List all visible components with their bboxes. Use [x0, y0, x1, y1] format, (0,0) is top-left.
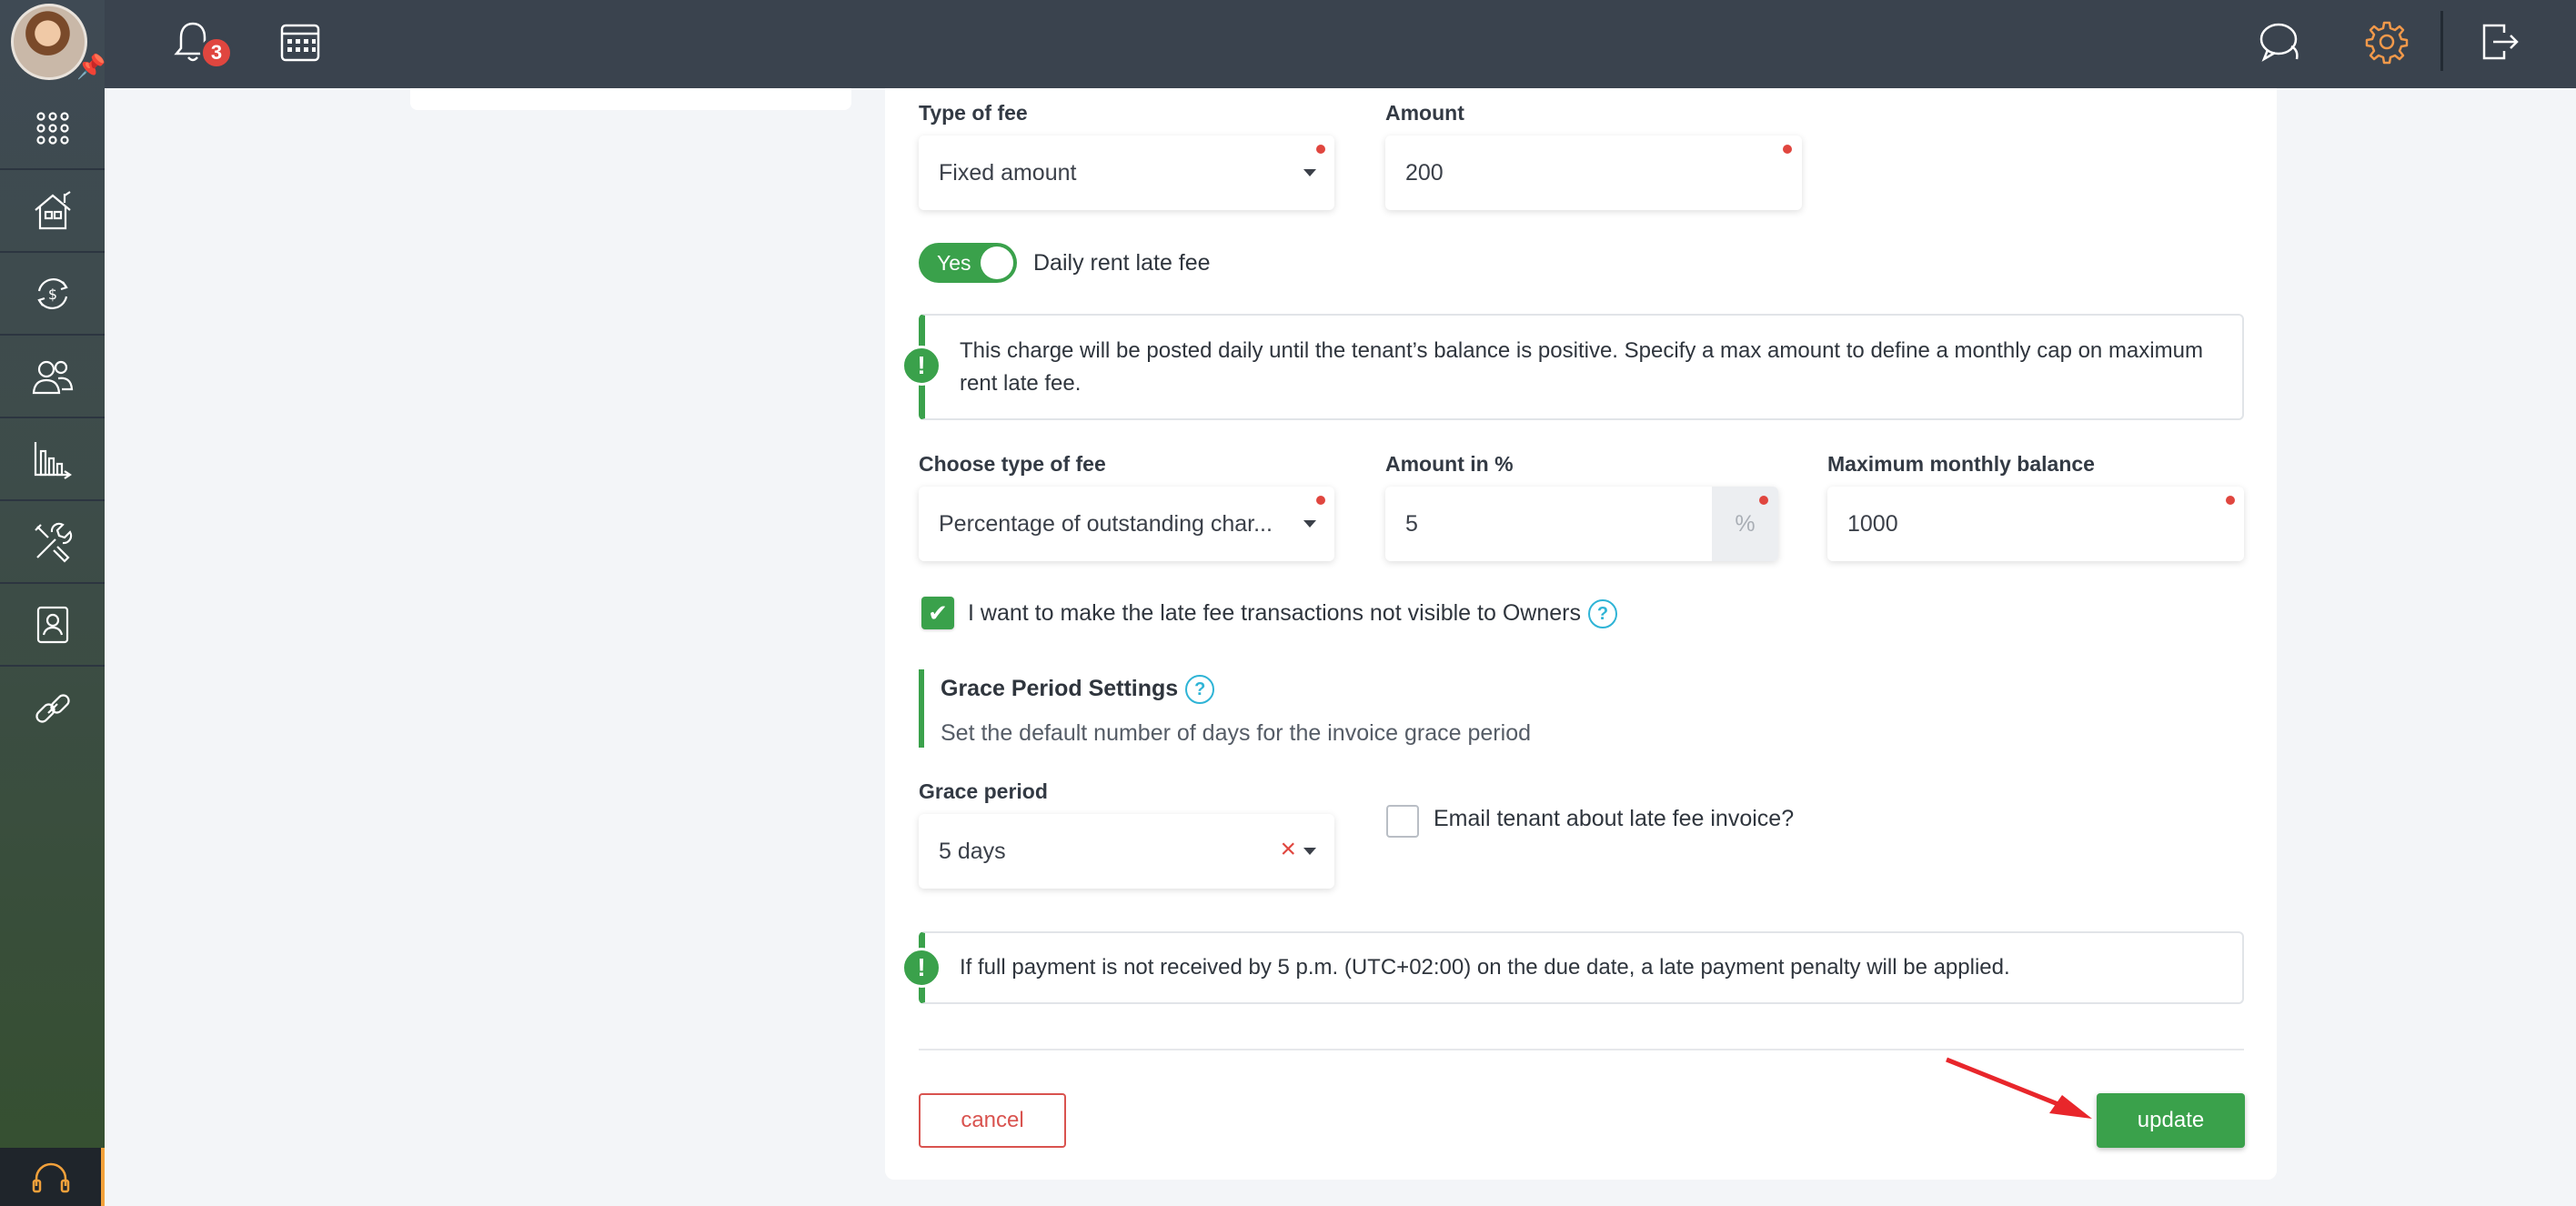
- sidebar-item-documents[interactable]: [0, 585, 105, 667]
- svg-text:$: $: [47, 286, 56, 303]
- choose-type-of-fee-value: Percentage of outstanding char...: [939, 510, 1273, 537]
- notifications-bell-icon[interactable]: 3: [167, 16, 233, 69]
- annotation-arrow: [1946, 1057, 2092, 1119]
- choose-type-of-fee-select[interactable]: Percentage of outstanding char...: [919, 487, 1334, 561]
- sidebar: 📌 $: [0, 0, 106, 1206]
- chevron-down-icon: [1303, 520, 1316, 528]
- apps-grid-icon: [35, 112, 69, 145]
- exclamation-icon: !: [901, 346, 941, 386]
- daily-fee-info-box: ! This charge will be posted daily until…: [901, 314, 2244, 420]
- tools-icon: [34, 522, 72, 563]
- top-bar: 3: [0, 0, 2576, 88]
- exclamation-icon: !: [901, 948, 941, 988]
- footer-divider: [919, 1049, 2244, 1050]
- amount-percent-label: Amount in %: [1385, 452, 1514, 476]
- bar-chart-icon: [34, 442, 72, 479]
- choose-type-of-fee-label: Choose type of fee: [919, 452, 1106, 476]
- settings-gear-icon[interactable]: [2360, 15, 2414, 69]
- grace-settings-title-text: Grace Period Settings: [941, 676, 1179, 701]
- percent-suffix-label: %: [1735, 510, 1756, 537]
- daily-late-fee-label: Daily rent late fee: [1033, 250, 1211, 276]
- sidebar-item-apps[interactable]: [0, 88, 105, 170]
- pin-icon[interactable]: 📌: [76, 53, 106, 81]
- grace-section-accent: [919, 669, 924, 748]
- support-headset-button[interactable]: [0, 1148, 105, 1206]
- help-icon[interactable]: ?: [1587, 599, 1617, 629]
- daily-late-fee-toggle[interactable]: Yes: [919, 243, 1017, 283]
- headset-icon: [32, 1162, 69, 1193]
- help-icon[interactable]: ?: [1185, 675, 1215, 705]
- grace-settings-title: Grace Period Settings?: [941, 673, 1215, 705]
- percent-suffix: %: [1712, 487, 1778, 561]
- daily-fee-info-text: This charge will be posted daily until t…: [960, 337, 2203, 396]
- link-icon: [35, 694, 70, 723]
- hide-from-owners-text: I want to make the late fee transactions…: [968, 600, 1581, 626]
- sidebar-item-properties[interactable]: [0, 171, 105, 253]
- max-monthly-balance-label: Maximum monthly balance: [1827, 452, 2095, 476]
- sidebar-item-links[interactable]: [0, 668, 105, 749]
- amount-value: 200: [1405, 159, 1444, 186]
- required-indicator: [1759, 496, 1768, 505]
- amount-percent-value: 5: [1405, 510, 1418, 537]
- amount-input[interactable]: 200: [1385, 136, 1802, 210]
- home-icon: [34, 191, 71, 230]
- grace-period-select[interactable]: 5 days ×: [919, 814, 1334, 889]
- grace-settings-description: Set the default number of days for the i…: [941, 720, 1531, 746]
- chevron-down-icon: [1303, 169, 1316, 176]
- grace-period-label: Grace period: [919, 779, 1048, 803]
- required-indicator: [1316, 496, 1325, 505]
- amount-label: Amount: [1385, 101, 1464, 125]
- required-indicator: [2226, 496, 2235, 505]
- required-indicator: [1783, 145, 1792, 154]
- max-monthly-balance-input[interactable]: 1000: [1827, 487, 2244, 561]
- clear-icon[interactable]: ×: [1280, 836, 1296, 863]
- required-indicator: [1316, 145, 1325, 154]
- type-of-fee-select[interactable]: Fixed amount: [919, 136, 1334, 210]
- chevron-down-icon: [1303, 848, 1316, 855]
- users-icon: [32, 360, 73, 395]
- hide-from-owners-checkbox[interactable]: ✔: [921, 597, 954, 629]
- header-divider: [2440, 11, 2443, 71]
- money-cycle-icon: $: [36, 278, 68, 309]
- sidebar-item-reports[interactable]: [0, 419, 105, 501]
- toggle-state: Yes: [937, 250, 971, 275]
- notifications-count-badge: 3: [200, 36, 233, 69]
- chat-icon[interactable]: [2252, 15, 2307, 69]
- payment-info-text: If full payment is not received by 5 p.m…: [960, 955, 2010, 980]
- max-monthly-balance-value: 1000: [1847, 510, 1898, 537]
- left-panel-card: [410, 88, 851, 110]
- contact-card-icon: [36, 606, 68, 644]
- calendar-icon[interactable]: [275, 16, 326, 67]
- update-button[interactable]: update: [2097, 1093, 2245, 1148]
- sidebar-item-maintenance[interactable]: [0, 502, 105, 584]
- hide-from-owners-label: I want to make the late fee transactions…: [968, 597, 1617, 629]
- email-tenant-label: Email tenant about late fee invoice?: [1434, 806, 1795, 831]
- sidebar-item-people[interactable]: [0, 337, 105, 418]
- email-tenant-checkbox[interactable]: [1386, 805, 1419, 838]
- grace-period-value: 5 days: [939, 838, 1006, 864]
- cancel-button[interactable]: cancel: [919, 1093, 1066, 1148]
- type-of-fee-value: Fixed amount: [939, 159, 1077, 186]
- logout-icon[interactable]: [2472, 15, 2527, 69]
- sidebar-item-accounting[interactable]: $: [0, 254, 105, 336]
- payment-info-box: ! If full payment is not received by 5 p…: [901, 931, 2244, 1004]
- amount-percent-input[interactable]: 5 %: [1385, 487, 1778, 561]
- toggle-knob: [981, 246, 1013, 279]
- type-of-fee-label: Type of fee: [919, 101, 1028, 125]
